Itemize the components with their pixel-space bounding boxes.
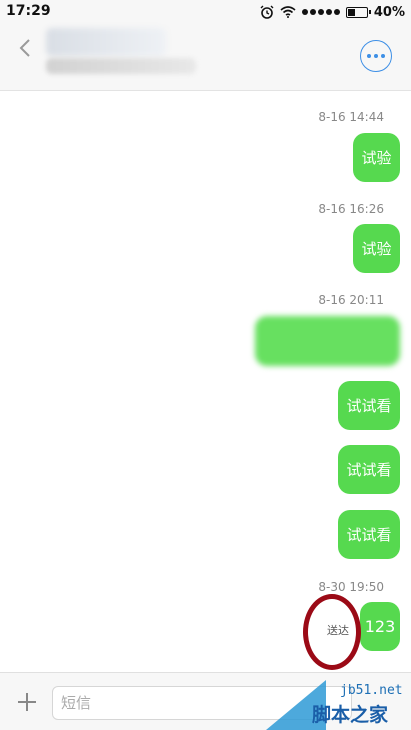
status-time: 17:29 — [6, 3, 51, 19]
contact-subtitle-redacted — [46, 58, 196, 74]
message-bubble[interactable]: 试试看 — [338, 381, 400, 430]
watermark-text: 脚本之家 — [312, 704, 389, 726]
more-options-button[interactable] — [360, 40, 392, 72]
timestamp: 8-16 14:44 — [318, 110, 384, 124]
timestamp: 8-16 20:11 — [318, 293, 384, 307]
battery-percent: 40% — [373, 4, 405, 20]
more-options-icon — [367, 54, 371, 58]
timestamp: 8-16 16:26 — [318, 202, 384, 216]
timestamp: 8-30 19:50 — [318, 580, 384, 594]
wifi-icon — [280, 6, 296, 18]
plus-icon[interactable] — [16, 691, 38, 713]
message-bubble[interactable]: 试试看 — [338, 445, 400, 494]
conversation-header — [0, 24, 411, 91]
message-bubble[interactable]: 123 — [360, 602, 400, 651]
status-bar: 17:29 40% — [0, 0, 411, 24]
message-bubble-redacted[interactable] — [255, 316, 400, 366]
signal-icon — [301, 9, 340, 15]
status-icons: 40% — [260, 3, 405, 21]
watermark: jb51.net 脚本之家 — [266, 680, 411, 730]
battery-icon — [345, 6, 371, 18]
message-bubble[interactable]: 试试看 — [338, 510, 400, 559]
message-bubble[interactable]: 试验 — [353, 133, 400, 182]
alarm-icon — [260, 5, 274, 19]
contact-name-redacted[interactable] — [46, 28, 166, 56]
annotation-circle — [303, 594, 361, 670]
chevron-left-icon[interactable] — [16, 36, 36, 60]
message-bubble[interactable]: 试验 — [353, 224, 400, 273]
watermark-url: jb51.net — [340, 683, 403, 698]
